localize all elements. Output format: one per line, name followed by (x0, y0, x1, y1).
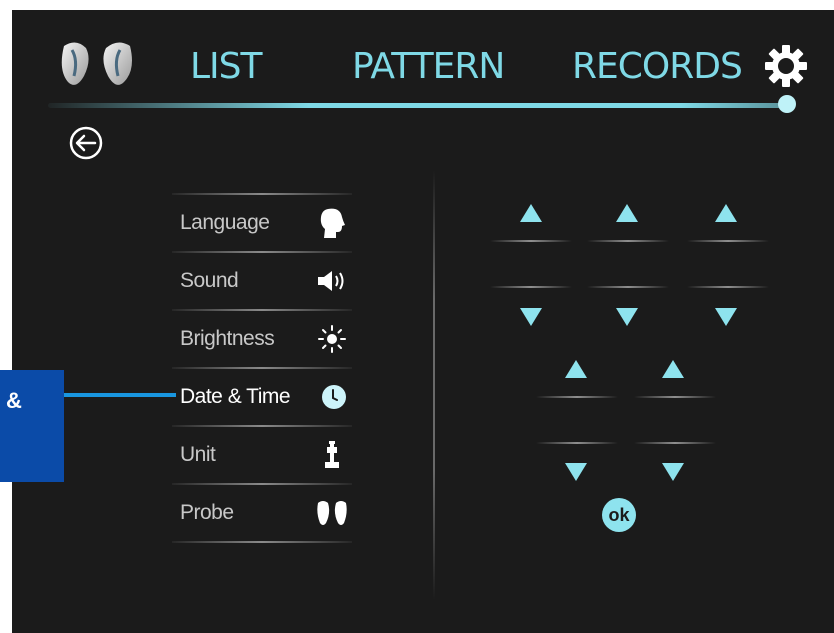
page-indicator-dot (778, 95, 796, 113)
time-field-2-up-arrow-icon[interactable] (662, 360, 684, 378)
menu-item-language[interactable]: Language (172, 195, 352, 251)
date-field-2-top-line (587, 240, 669, 242)
menu-item-label: Date & Time (180, 385, 291, 408)
clock-icon (322, 385, 346, 409)
settings-menu: Language Sound Brightness Date & Time Un… (172, 193, 352, 543)
tab-pattern[interactable]: PATTERN (352, 46, 505, 87)
callout-pointer-line (64, 393, 176, 397)
time-field-2-bottom-line (634, 442, 716, 444)
menu-divider (172, 541, 352, 543)
device-screen: LIST PATTERN RECORDS Language Sound Brig… (12, 10, 834, 633)
ok-button[interactable]: ok (602, 498, 636, 532)
date-field-3-bottom-line (687, 286, 769, 288)
time-field-1-up-arrow-icon[interactable] (565, 360, 587, 378)
time-field-1-top-line (536, 396, 618, 398)
date-field-1-down-arrow-icon[interactable] (520, 308, 542, 326)
dual-probe-logo-icon (61, 42, 132, 85)
time-field-2-down-arrow-icon[interactable] (662, 463, 684, 481)
callout-box: & (0, 370, 64, 482)
head-icon (320, 208, 345, 238)
menu-item-label: Language (180, 211, 270, 234)
date-field-1-bottom-line (490, 286, 572, 288)
callout-text: & (6, 388, 22, 413)
probe-icon (317, 501, 347, 525)
date-field-3-top-line (687, 240, 769, 242)
menu-item-date-time[interactable]: Date & Time (172, 369, 352, 425)
date-field-1-top-line (490, 240, 572, 242)
gear-icon[interactable] (764, 44, 808, 88)
panel-divider (433, 170, 435, 600)
sun-icon (318, 325, 346, 353)
time-field-1-bottom-line (536, 442, 618, 444)
time-field-1-down-arrow-icon[interactable] (565, 463, 587, 481)
back-arrow-icon[interactable] (68, 125, 104, 161)
date-field-3-down-arrow-icon[interactable] (715, 308, 737, 326)
menu-item-label: Brightness (180, 327, 275, 350)
date-field-2-bottom-line (587, 286, 669, 288)
tab-records[interactable]: RECORDS (572, 46, 743, 87)
menu-item-label: Sound (180, 269, 239, 292)
date-field-2-down-arrow-icon[interactable] (616, 308, 638, 326)
tab-list[interactable]: LIST (190, 46, 263, 87)
header-divider (48, 103, 793, 108)
menu-item-probe[interactable]: Probe (172, 485, 352, 541)
date-field-2-up-arrow-icon[interactable] (616, 204, 638, 222)
menu-item-label: Probe (180, 501, 234, 524)
menu-item-brightness[interactable]: Brightness (172, 311, 352, 367)
unit-icon (325, 441, 339, 468)
menu-item-label: Unit (180, 443, 216, 466)
menu-item-sound[interactable]: Sound (172, 253, 352, 309)
speaker-icon (318, 271, 344, 291)
menu-item-unit[interactable]: Unit (172, 427, 352, 483)
time-field-2-top-line (634, 396, 716, 398)
date-field-1-up-arrow-icon[interactable] (520, 204, 542, 222)
date-field-3-up-arrow-icon[interactable] (715, 204, 737, 222)
